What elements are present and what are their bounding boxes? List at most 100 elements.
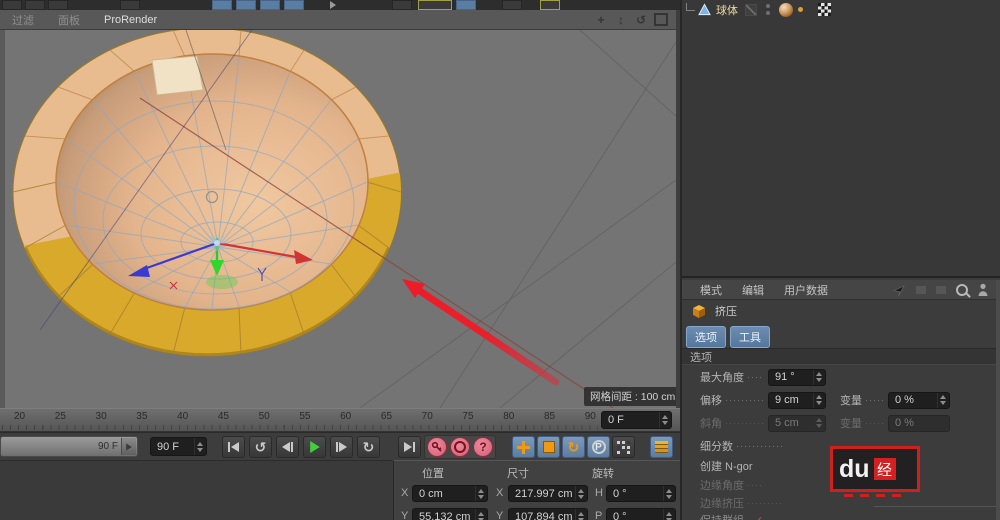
toolbar-icon-primitive[interactable] bbox=[236, 0, 256, 10]
coordinates-panel: 位置 尺寸 旋转 X 0 cm X 217.997 cm H 0 ° Y 55.… bbox=[393, 460, 680, 520]
play-backward-icon[interactable]: ↺ bbox=[249, 436, 272, 458]
toolbar-icon-primitive[interactable] bbox=[212, 0, 232, 10]
selected-polygon[interactable] bbox=[152, 56, 203, 95]
timeline-ruler[interactable]: 2025 3035 4045 5055 6065 7075 8085 90 0 … bbox=[0, 408, 680, 432]
attr-label: 边缘角度 bbox=[700, 477, 744, 493]
stepper[interactable] bbox=[813, 393, 824, 408]
record-rotation-icon[interactable]: ↻ bbox=[562, 436, 585, 458]
record-parameter-button[interactable]: P bbox=[587, 436, 610, 458]
axis-label: Y bbox=[496, 510, 503, 520]
field-value: 0 ° bbox=[613, 511, 663, 520]
material-tag-icon[interactable] bbox=[779, 3, 793, 17]
attr-row-offset: 偏移 9 cm 变量 0 % bbox=[700, 391, 950, 409]
record-keyframe-button[interactable] bbox=[427, 437, 447, 457]
stepper[interactable] bbox=[575, 486, 586, 501]
record-scale-button[interactable] bbox=[537, 436, 560, 458]
point-level-animation-button[interactable] bbox=[612, 436, 635, 458]
viewport-menu-prorender[interactable]: ProRender bbox=[92, 14, 169, 26]
size-x-field[interactable]: 217.997 cm bbox=[508, 485, 588, 502]
tab-options[interactable]: 选项 bbox=[686, 326, 726, 348]
toolbar-icon[interactable] bbox=[392, 0, 412, 10]
previous-frame-button[interactable] bbox=[276, 436, 299, 458]
viewport-toggle-icon[interactable] bbox=[654, 13, 668, 26]
bevel-field-disabled: 5 cm bbox=[768, 415, 826, 432]
coords-header-rotation: 旋转 bbox=[592, 465, 614, 481]
timeline-range-slider[interactable]: 90 F bbox=[0, 436, 138, 457]
viewport-scene bbox=[0, 30, 676, 408]
next-frame-button[interactable] bbox=[330, 436, 353, 458]
attr-row-edge-extrude: 边缘挤压 bbox=[700, 494, 830, 512]
viewport-menu-filter[interactable]: 过滤 bbox=[0, 12, 46, 28]
stepper[interactable] bbox=[659, 412, 670, 428]
stepper[interactable] bbox=[813, 370, 824, 385]
viewport-zoom-icon[interactable]: ↕ bbox=[614, 13, 628, 27]
selection-tag-icon[interactable] bbox=[818, 3, 831, 16]
toolbar-icon[interactable] bbox=[25, 0, 45, 10]
goto-end-button[interactable] bbox=[398, 436, 421, 458]
stepper[interactable] bbox=[475, 509, 486, 520]
goto-start-button[interactable] bbox=[222, 436, 245, 458]
viewport-rotate-icon[interactable]: ↺ bbox=[634, 13, 648, 27]
position-y-field[interactable]: 55.132 cm bbox=[412, 508, 488, 520]
toolbar-icon[interactable] bbox=[418, 0, 452, 10]
stepper[interactable] bbox=[575, 509, 586, 520]
attr-scrollbar[interactable] bbox=[996, 280, 1000, 520]
toolbar-icon[interactable] bbox=[502, 0, 522, 10]
keyframe-selection-button[interactable]: ? bbox=[473, 437, 493, 457]
stepper[interactable] bbox=[194, 438, 205, 455]
object-name[interactable]: 球体 bbox=[716, 2, 738, 18]
rotation-h-field[interactable]: 0 ° bbox=[606, 485, 676, 502]
current-frame-field[interactable]: 90 F bbox=[150, 437, 207, 456]
right-panel: 球体 模式 编辑 用户数据 bbox=[680, 0, 1000, 520]
slider-handle[interactable] bbox=[121, 438, 136, 455]
object-row-sphere[interactable]: 球体 bbox=[686, 2, 831, 17]
dotted-leader bbox=[866, 400, 883, 401]
toolbar-icon[interactable] bbox=[120, 0, 140, 10]
attr-label: 斜角 bbox=[700, 415, 722, 431]
play-forward-button[interactable] bbox=[303, 436, 326, 458]
layer-manager-button[interactable] bbox=[650, 436, 673, 458]
max-angle-field[interactable]: 91 ° bbox=[768, 369, 826, 386]
options-section-header[interactable]: 选项 bbox=[682, 348, 1000, 365]
tab-tool[interactable]: 工具 bbox=[730, 326, 770, 348]
search-icon[interactable] bbox=[956, 284, 968, 296]
end-frame-field[interactable]: 0 F bbox=[601, 411, 672, 429]
3d-viewport[interactable]: 网格间距 : 100 cm bbox=[0, 30, 676, 408]
rotation-p-field[interactable]: 0 ° bbox=[606, 508, 676, 520]
toolbar-icon[interactable] bbox=[456, 0, 476, 10]
toolbar-icon-primitive[interactable] bbox=[284, 0, 304, 10]
visibility-dots-icon[interactable] bbox=[766, 4, 770, 15]
dotted-leader bbox=[748, 503, 782, 504]
attr-menu-mode[interactable]: 模式 bbox=[690, 282, 732, 298]
render-tag-icon[interactable] bbox=[745, 4, 757, 16]
attr-label: 最大角度 bbox=[700, 369, 744, 385]
attr-menu-edit[interactable]: 编辑 bbox=[732, 282, 774, 298]
autokey-button[interactable] bbox=[450, 437, 470, 457]
attr-divider bbox=[874, 506, 1000, 507]
toolbar-icon[interactable] bbox=[48, 0, 68, 10]
loop-playback-icon[interactable]: ↻ bbox=[357, 436, 380, 458]
attr-menu-userdata[interactable]: 用户数据 bbox=[774, 282, 838, 298]
stepper[interactable] bbox=[663, 486, 674, 501]
attr-row-create-ngons[interactable]: 创建 N-gor bbox=[700, 457, 753, 475]
attr-row-preserve-groups[interactable]: 保持群组 ✓ bbox=[700, 511, 763, 520]
stepper[interactable] bbox=[663, 509, 674, 520]
toolbar-icon-primitive[interactable] bbox=[260, 0, 280, 10]
stepper[interactable] bbox=[937, 393, 948, 408]
stepper[interactable] bbox=[475, 486, 486, 501]
transport-bar: 90 F 90 F ↺ ↻ ? bbox=[0, 432, 680, 460]
position-x-field[interactable]: 0 cm bbox=[412, 485, 488, 502]
cursor-arrow-icon[interactable] bbox=[892, 283, 906, 297]
record-position-button[interactable] bbox=[512, 436, 535, 458]
grid-spacing-badge: 网格间距 : 100 cm bbox=[584, 387, 676, 406]
attr-label: 创建 N-gor bbox=[700, 458, 753, 474]
size-y-field[interactable]: 107.894 cm bbox=[508, 508, 588, 520]
checkbox-checked-icon[interactable]: ✓ bbox=[754, 514, 763, 520]
viewport-pan-icon[interactable]: + bbox=[594, 13, 608, 27]
viewport-menu-panel[interactable]: 面板 bbox=[46, 12, 92, 28]
dotted-leader bbox=[726, 400, 763, 401]
toolbar-icon[interactable] bbox=[540, 0, 560, 10]
toolbar-icon[interactable] bbox=[2, 0, 22, 10]
variance-field[interactable]: 0 % bbox=[888, 392, 950, 409]
offset-field[interactable]: 9 cm bbox=[768, 392, 826, 409]
